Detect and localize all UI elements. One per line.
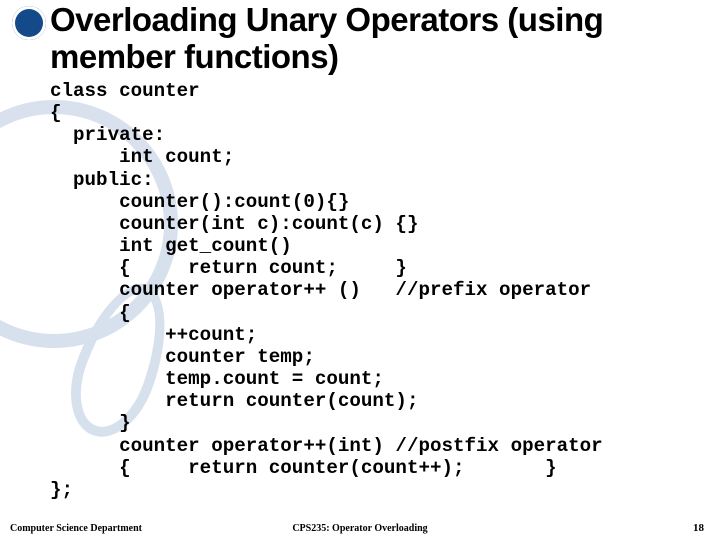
footer-left: Computer Science Department: [10, 523, 142, 534]
footer-center: CPS235: Operator Overloading: [292, 523, 427, 534]
slide-content: Overloading Unary Operators (using membe…: [0, 0, 720, 540]
crest-icon: [12, 6, 46, 40]
slide-title: Overloading Unary Operators (using membe…: [50, 2, 696, 76]
code-block: class counter { private: int count; publ…: [50, 80, 696, 501]
footer-page-number: 18: [693, 522, 704, 534]
slide-footer: Computer Science Department CPS235: Oper…: [0, 522, 720, 534]
